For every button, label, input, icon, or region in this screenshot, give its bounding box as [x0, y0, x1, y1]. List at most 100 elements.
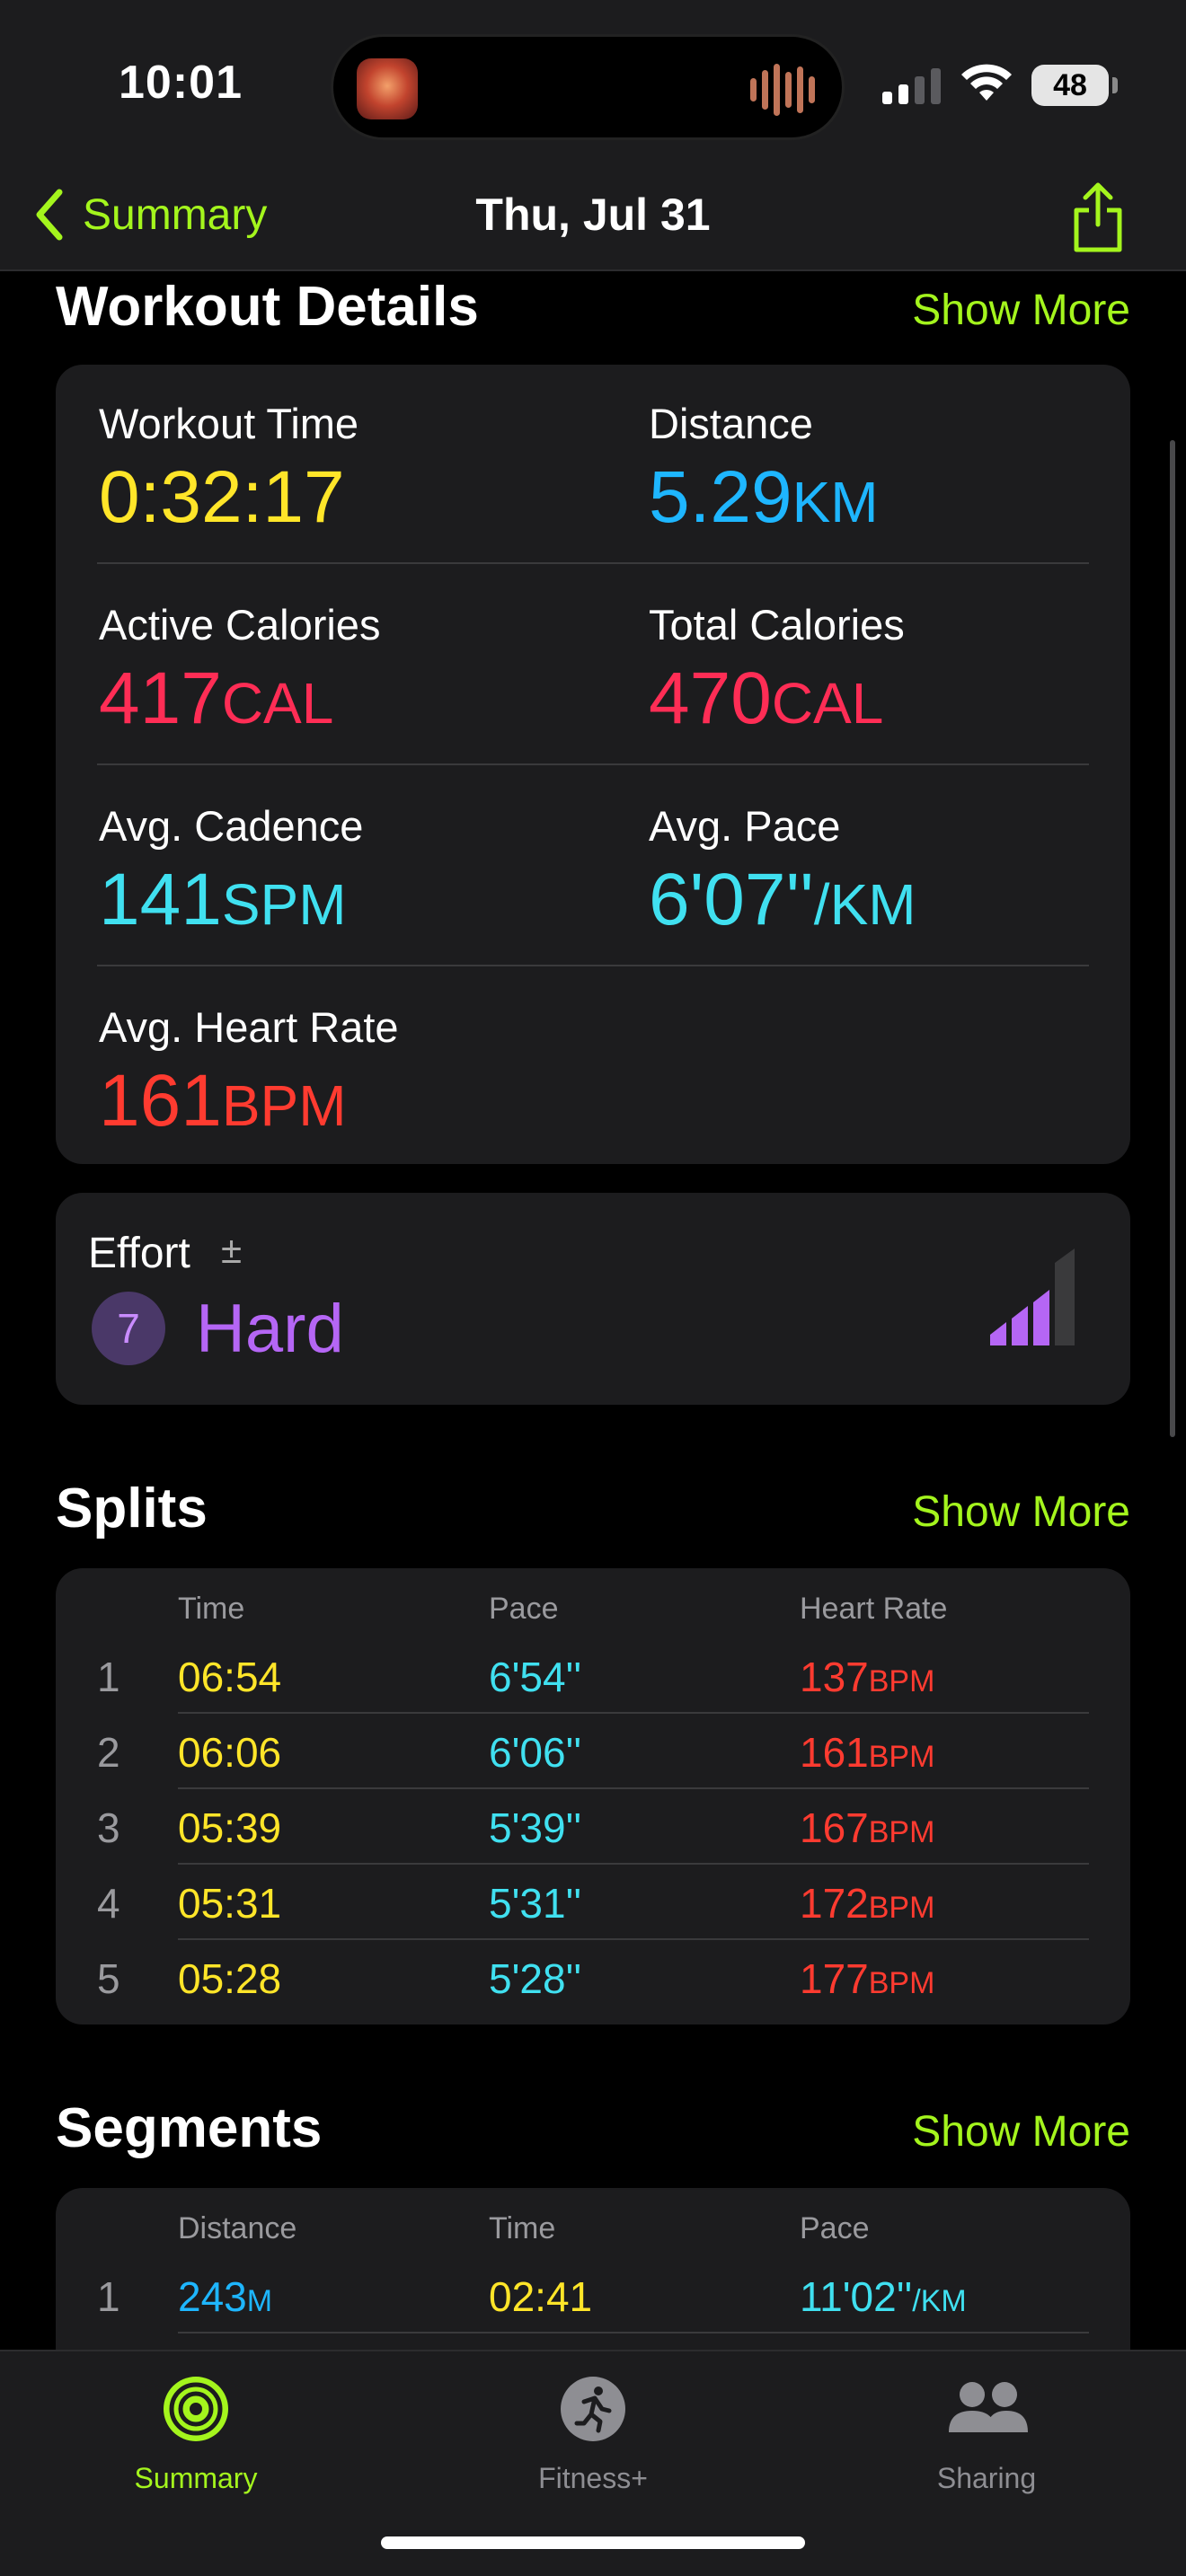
table-row: 3 05:39 5'39'' 167BPM — [56, 1789, 1130, 1865]
metric-label: Avg. Pace — [649, 802, 841, 850]
active-calories-unit: CAL — [221, 671, 334, 736]
row-divider — [178, 2332, 1089, 2333]
avg-cadence-value: 141 — [99, 859, 222, 940]
dynamic-island[interactable] — [331, 34, 845, 140]
cellular-signal-icon — [882, 66, 941, 104]
metric-label: Workout Time — [99, 400, 359, 447]
split-pace: 5'39'' — [489, 1804, 582, 1851]
tab-fitness-plus[interactable]: Fitness+ — [458, 2373, 728, 2495]
now-playing-artwork-icon — [357, 58, 418, 119]
split-index: 1 — [97, 1654, 120, 1700]
split-hr-value: 177 — [800, 1955, 869, 2002]
metric-avg-pace: Avg. Pace 6'07''/KM — [649, 805, 916, 937]
segments-show-more-button[interactable]: Show More — [912, 2107, 1130, 2157]
wifi-icon — [961, 64, 1012, 101]
scroll-indicator[interactable] — [1170, 440, 1175, 1437]
tab-label: Fitness+ — [538, 2462, 648, 2494]
segment-time: 02:41 — [489, 2273, 593, 2320]
segments-header-pace: Pace — [800, 2211, 870, 2245]
split-heart-rate: 177BPM — [800, 1954, 934, 2003]
table-row: 5 05:28 5'28'' 177BPM — [56, 1940, 1130, 2016]
effort-card[interactable]: Effort ± 7 Hard — [56, 1193, 1130, 1405]
metric-workout-time: Workout Time 0:32:17 — [99, 402, 358, 534]
split-time: 06:06 — [178, 1729, 282, 1776]
metric-value: 0:32:17 — [99, 461, 358, 534]
split-time: 05:28 — [178, 1955, 282, 2002]
splits-header-time: Time — [178, 1592, 245, 1626]
total-calories-unit: CAL — [771, 671, 884, 736]
splits-header-heart-rate: Heart Rate — [800, 1592, 948, 1626]
divider — [97, 965, 1089, 966]
segment-index: 1 — [97, 2273, 120, 2320]
split-hr-unit: BPM — [868, 1740, 935, 1774]
segments-header-time: Time — [489, 2211, 556, 2245]
metric-avg-heart-rate: Avg. Heart Rate 161BPM — [99, 1006, 399, 1138]
tab-summary[interactable]: Summary — [61, 2373, 331, 2495]
effort-level-name: Hard — [196, 1291, 344, 1367]
people-icon — [949, 2382, 1028, 2432]
split-hr-unit: BPM — [868, 1815, 935, 1849]
metric-value: 6'07''/KM — [649, 863, 916, 937]
split-heart-rate: 137BPM — [800, 1653, 934, 1701]
metric-value: 141SPM — [99, 863, 363, 937]
split-pace: 5'28'' — [489, 1955, 582, 2002]
segment-distance-unit: M — [246, 2284, 273, 2318]
segment-distance: 243M — [178, 2272, 272, 2321]
battery-tip — [1112, 77, 1118, 93]
metric-value: 417CAL — [99, 662, 380, 736]
split-time: 05:39 — [178, 1804, 282, 1851]
active-calories-value: 417 — [99, 657, 222, 739]
metric-value: 161BPM — [99, 1064, 399, 1138]
metric-label: Avg. Cadence — [99, 802, 364, 850]
split-hr-value: 172 — [800, 1880, 869, 1927]
table-row: 1 243M 02:41 11'02''/KM — [56, 2258, 1130, 2333]
metric-label: Total Calories — [649, 601, 905, 648]
split-index: 2 — [97, 1729, 120, 1776]
metric-avg-cadence: Avg. Cadence 141SPM — [99, 805, 363, 937]
segments-header-distance: Distance — [178, 2211, 297, 2245]
split-hr-unit: BPM — [868, 1664, 935, 1698]
divider — [97, 763, 1089, 765]
splits-show-more-button[interactable]: Show More — [912, 1487, 1130, 1537]
segment-distance-value: 243 — [178, 2273, 247, 2320]
split-time: 06:54 — [178, 1654, 282, 1700]
split-index: 5 — [97, 1955, 120, 2002]
workout-time-value: 0:32:17 — [99, 456, 345, 538]
splits-card[interactable]: Time Pace Heart Rate 1 06:54 6'54'' 137B… — [56, 1568, 1130, 2025]
section-title-segments: Segments — [56, 2097, 323, 2159]
navigation-bar: Summary Thu, Jul 31 — [0, 171, 1186, 271]
distance-unit: KM — [792, 470, 879, 534]
avg-pace-value: 6'07'' — [649, 859, 814, 940]
split-pace: 6'06'' — [489, 1729, 582, 1776]
split-hr-value: 161 — [800, 1729, 869, 1776]
divider — [97, 562, 1089, 564]
tab-label: Summary — [134, 2462, 258, 2494]
section-title-workout-details: Workout Details — [56, 276, 479, 338]
splits-header-pace: Pace — [489, 1592, 559, 1626]
metric-label: Active Calories — [99, 601, 381, 648]
avg-pace-unit: /KM — [813, 872, 916, 937]
total-calories-value: 470 — [649, 657, 772, 739]
segment-pace-unit: /KM — [912, 2284, 967, 2318]
avg-heart-rate-unit: BPM — [221, 1073, 347, 1138]
metric-distance: Distance 5.29KM — [649, 402, 879, 534]
split-hr-value: 167 — [800, 1804, 869, 1851]
home-indicator[interactable] — [381, 2536, 805, 2549]
effort-bars-icon — [990, 1248, 1075, 1345]
tab-label: Sharing — [936, 2462, 1037, 2494]
split-heart-rate: 172BPM — [800, 1879, 934, 1928]
section-title-splits: Splits — [56, 1478, 208, 1539]
effort-adjust-icon: ± — [221, 1229, 243, 1271]
runner-icon — [561, 2377, 625, 2441]
table-row: 4 05:31 5'31'' 172BPM — [56, 1865, 1130, 1940]
share-icon[interactable] — [1069, 180, 1127, 255]
split-hr-value: 137 — [800, 1654, 869, 1700]
workout-details-show-more-button[interactable]: Show More — [912, 286, 1130, 335]
metric-value: 5.29KM — [649, 461, 879, 534]
tab-sharing[interactable]: Sharing — [852, 2373, 1121, 2495]
workout-details-card[interactable]: Workout Time 0:32:17 Distance 5.29KM Act… — [56, 365, 1130, 1164]
segment-pace: 11'02''/KM — [800, 2272, 967, 2321]
split-heart-rate: 161BPM — [800, 1728, 934, 1777]
audio-waveform-icon — [750, 64, 815, 116]
effort-label: Effort — [88, 1230, 190, 1277]
